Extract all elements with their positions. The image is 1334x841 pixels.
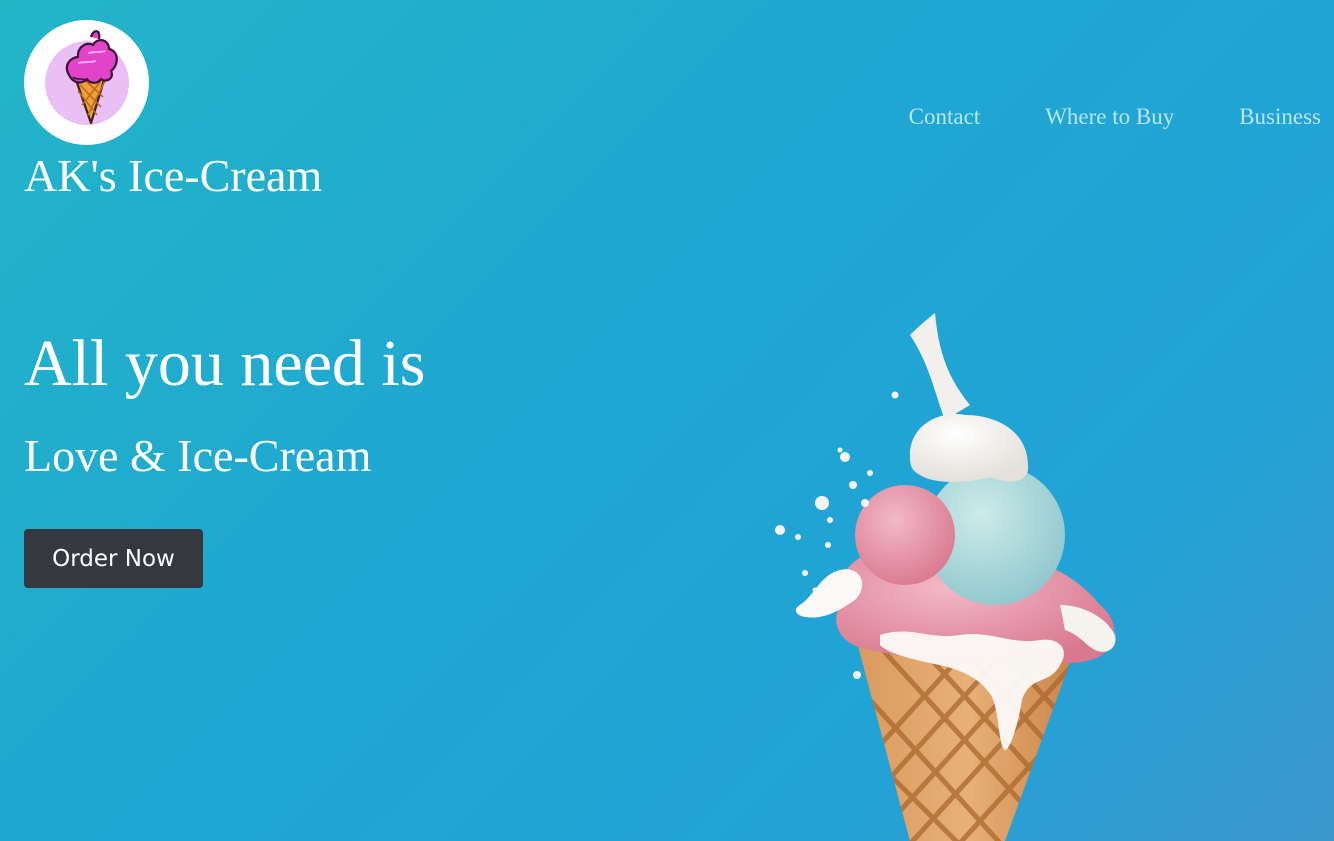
ice-cream-cone-icon (65, 29, 118, 124)
brand-logo[interactable] (24, 20, 149, 145)
hero-title: All you need is (24, 327, 426, 400)
main-nav: Contact Where to Buy Business (909, 104, 1321, 130)
nav-link-contact[interactable]: Contact (909, 104, 981, 130)
order-now-button[interactable]: Order Now (24, 529, 203, 588)
nav-link-business[interactable]: Business (1239, 104, 1321, 130)
logo-background (44, 29, 129, 125)
ice-cream-cone-photo (775, 313, 1116, 841)
brand-name: AK's Ice-Cream (24, 150, 323, 201)
nav-link-where-to-buy[interactable]: Where to Buy (1045, 104, 1174, 130)
hero-subtitle: Love & Ice-Cream (24, 430, 372, 481)
